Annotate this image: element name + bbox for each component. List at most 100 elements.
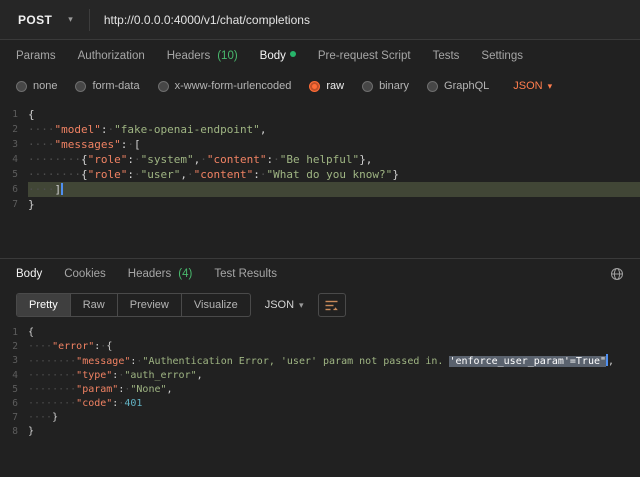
- response-tab-body[interactable]: Body: [16, 268, 42, 280]
- tab-label: Headers: [167, 50, 210, 62]
- code-token: {: [28, 327, 34, 338]
- body-content-dot-icon: [290, 51, 296, 57]
- view-label: Raw: [83, 299, 105, 311]
- body-type-form-data[interactable]: form-data: [75, 80, 139, 92]
- line-content[interactable]: ····"messages":·[: [28, 137, 640, 152]
- code-token: ]: [55, 183, 62, 196]
- body-type-binary[interactable]: binary: [362, 80, 409, 92]
- tab-label: Settings: [481, 50, 523, 62]
- tab-label: Test Results: [214, 268, 277, 280]
- method-selector[interactable]: POST ▾: [0, 13, 89, 27]
- code-token: ········: [28, 153, 81, 166]
- code-token: "fake-openai-endpoint": [114, 123, 260, 136]
- code-token: {: [81, 168, 88, 181]
- url-input[interactable]: http://0.0.0.0:4000/v1/chat/completions: [90, 13, 640, 27]
- code-token: "message": [76, 356, 130, 367]
- radio-icon: [75, 81, 86, 92]
- code-token: ····: [28, 123, 55, 136]
- code-token: "user": [141, 168, 181, 181]
- line-content[interactable]: }: [28, 197, 640, 212]
- body-type-none[interactable]: none: [16, 80, 57, 92]
- line-number: 4: [0, 369, 28, 383]
- code-line: 7····}: [0, 411, 640, 425]
- globe-icon[interactable]: [610, 267, 624, 281]
- response-tab-cookies[interactable]: Cookies: [64, 268, 106, 280]
- response-tab-headers[interactable]: Headers(4): [128, 268, 193, 280]
- code-line[interactable]: 5········{"role":·"user",·"content":·"Wh…: [0, 167, 640, 182]
- request-body-editor[interactable]: 1{2····"model":·"fake-openai-endpoint",3…: [0, 101, 640, 258]
- line-number: 1: [0, 326, 28, 340]
- code-token: ,: [180, 168, 187, 181]
- code-token: ,: [167, 384, 173, 395]
- tab-settings[interactable]: Settings: [481, 50, 523, 62]
- code-line[interactable]: 2····"model":·"fake-openai-endpoint",: [0, 122, 640, 137]
- line-number: 6: [0, 182, 28, 197]
- code-token: "content": [194, 168, 254, 181]
- tab-authorization[interactable]: Authorization: [78, 50, 145, 62]
- line-number: 6: [0, 397, 28, 411]
- tab-label: Body: [260, 50, 286, 62]
- tab-pre-request-script[interactable]: Pre-request Script: [318, 50, 411, 62]
- body-type-raw[interactable]: raw: [309, 80, 344, 92]
- code-token: "system": [141, 153, 194, 166]
- tab-tests[interactable]: Tests: [433, 50, 460, 62]
- radio-label: form-data: [92, 80, 139, 92]
- radio-icon: [16, 81, 27, 92]
- code-token: ·: [273, 153, 280, 166]
- code-token: },: [359, 153, 372, 166]
- view-pretty-button[interactable]: Pretty: [17, 294, 71, 316]
- body-type-graphql[interactable]: GraphQL: [427, 80, 489, 92]
- line-content[interactable]: ····"model":·"fake-openai-endpoint",: [28, 122, 640, 137]
- view-label: Visualize: [194, 299, 238, 311]
- code-token: ·: [200, 153, 207, 166]
- code-line: 5········"param":·"None",: [0, 383, 640, 397]
- code-token: "param": [76, 384, 118, 395]
- line-content: ····}: [28, 411, 640, 425]
- code-line[interactable]: 6····]: [0, 182, 640, 197]
- code-token: [: [134, 138, 141, 151]
- code-token: ········: [28, 398, 76, 409]
- code-line[interactable]: 4········{"role":·"system",·"content":·"…: [0, 152, 640, 167]
- line-content[interactable]: {: [28, 107, 640, 122]
- tab-body[interactable]: Body: [260, 50, 296, 62]
- selected-text: 'enforce_user_param'=True": [449, 356, 606, 367]
- radio-icon: [158, 81, 169, 92]
- view-label: Preview: [130, 299, 169, 311]
- code-token: "error": [52, 341, 94, 352]
- line-number: 5: [0, 167, 28, 182]
- response-language-dropdown[interactable]: JSON ▾: [261, 299, 308, 311]
- code-token: "messages": [55, 138, 121, 151]
- wrap-lines-button[interactable]: [318, 293, 346, 317]
- radio-label: none: [33, 80, 57, 92]
- code-token: ·: [134, 153, 141, 166]
- code-line[interactable]: 7}: [0, 197, 640, 212]
- code-token: "model": [55, 123, 101, 136]
- chevron-down-icon: ▾: [68, 14, 73, 25]
- radio-label: binary: [379, 80, 409, 92]
- view-raw-button[interactable]: Raw: [71, 294, 118, 316]
- view-visualize-button[interactable]: Visualize: [182, 294, 250, 316]
- code-line[interactable]: 3····"messages":·[: [0, 137, 640, 152]
- radio-selected-icon: [309, 81, 320, 92]
- code-token: ····: [28, 412, 52, 423]
- tab-params[interactable]: Params: [16, 50, 56, 62]
- tab-label: Headers: [128, 268, 171, 280]
- view-preview-button[interactable]: Preview: [118, 294, 182, 316]
- raw-language-dropdown[interactable]: JSON ▾: [513, 80, 552, 92]
- body-type-urlencoded[interactable]: x-www-form-urlencoded: [158, 80, 292, 92]
- code-token: ·: [127, 138, 134, 151]
- radio-icon: [427, 81, 438, 92]
- response-body-viewer[interactable]: 1{2····"error":·{3········"message":·"Au…: [0, 322, 640, 477]
- line-content[interactable]: ········{"role":·"user",·"content":·"Wha…: [28, 167, 640, 182]
- line-content[interactable]: ········{"role":·"system",·"content":·"B…: [28, 152, 640, 167]
- code-line[interactable]: 1{: [0, 107, 640, 122]
- line-content[interactable]: ····]: [28, 182, 640, 197]
- chevron-down-icon: ▾: [299, 300, 304, 311]
- tab-headers[interactable]: Headers(10): [167, 50, 238, 62]
- code-token: "content": [207, 153, 267, 166]
- tab-label: Params: [16, 50, 56, 62]
- code-token: ········: [28, 168, 81, 181]
- code-token: ········: [28, 384, 76, 395]
- response-tab-test-results[interactable]: Test Results: [214, 268, 277, 280]
- tab-label: Body: [16, 268, 42, 280]
